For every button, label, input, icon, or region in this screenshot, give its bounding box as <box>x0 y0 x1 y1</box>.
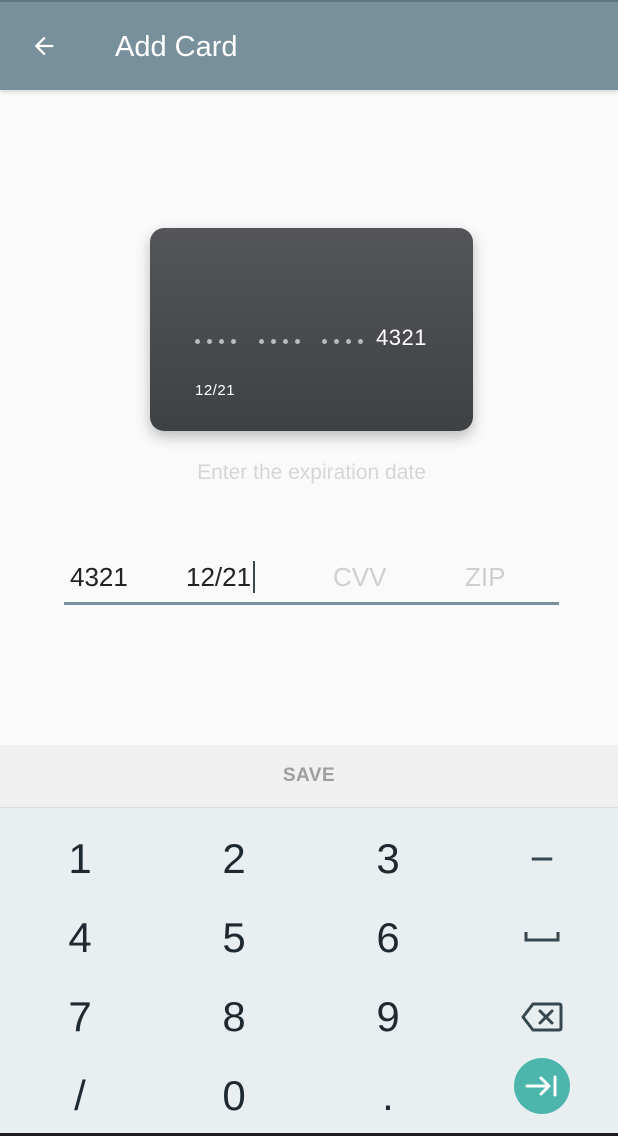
space-icon <box>524 932 560 942</box>
key-7[interactable]: 7 <box>20 982 140 1052</box>
key-1[interactable]: 1 <box>20 824 140 894</box>
card-number-field[interactable]: 4321 <box>70 561 128 593</box>
cvv-field[interactable]: CVV <box>333 561 386 593</box>
key-backspace[interactable] <box>482 982 602 1052</box>
zip-field[interactable]: ZIP <box>465 561 505 593</box>
key-period[interactable]: . <box>328 1061 448 1131</box>
key-4[interactable]: 4 <box>20 903 140 973</box>
key-6[interactable]: 6 <box>328 903 448 973</box>
save-button[interactable]: SAVE <box>267 757 351 795</box>
card-preview: 4321 12/21 <box>150 228 473 431</box>
key-9[interactable]: 9 <box>328 982 448 1052</box>
backspace-icon <box>521 1002 563 1032</box>
arrow-left-icon <box>34 36 54 56</box>
card-last-four: 4321 <box>376 325 427 350</box>
key-next[interactable] <box>482 1051 602 1121</box>
app-bar: Add Card <box>0 0 618 90</box>
key-8[interactable]: 8 <box>174 982 294 1052</box>
key-minus[interactable]: − <box>482 824 602 894</box>
page-title: Add Card <box>115 31 238 63</box>
masked-digits-group-1 <box>195 333 243 345</box>
key-3[interactable]: 3 <box>328 824 448 894</box>
key-space[interactable] <box>482 903 602 973</box>
expiration-hint: Enter the expiration date <box>197 461 426 484</box>
next-field-icon <box>525 1075 557 1097</box>
key-5[interactable]: 5 <box>174 903 294 973</box>
numeric-keyboard: 1 2 3 − 4 5 6 7 8 9 / 0 . <box>0 808 618 1136</box>
key-slash[interactable]: / <box>20 1061 140 1131</box>
expiry-field[interactable]: 12/21 <box>186 561 256 593</box>
card-expiry: 12/21 <box>195 382 236 399</box>
masked-digits-group-2 <box>259 333 307 345</box>
text-caret <box>253 561 256 593</box>
key-0[interactable]: 0 <box>174 1061 294 1131</box>
back-button[interactable] <box>22 24 66 68</box>
key-2[interactable]: 2 <box>174 824 294 894</box>
masked-digits-group-3 <box>322 333 370 345</box>
save-bar: SAVE <box>0 745 618 808</box>
next-field-button[interactable] <box>514 1058 570 1114</box>
card-input-row: 4321 12/21 CVV ZIP <box>64 555 559 605</box>
expiry-value: 12/21 <box>186 562 252 592</box>
